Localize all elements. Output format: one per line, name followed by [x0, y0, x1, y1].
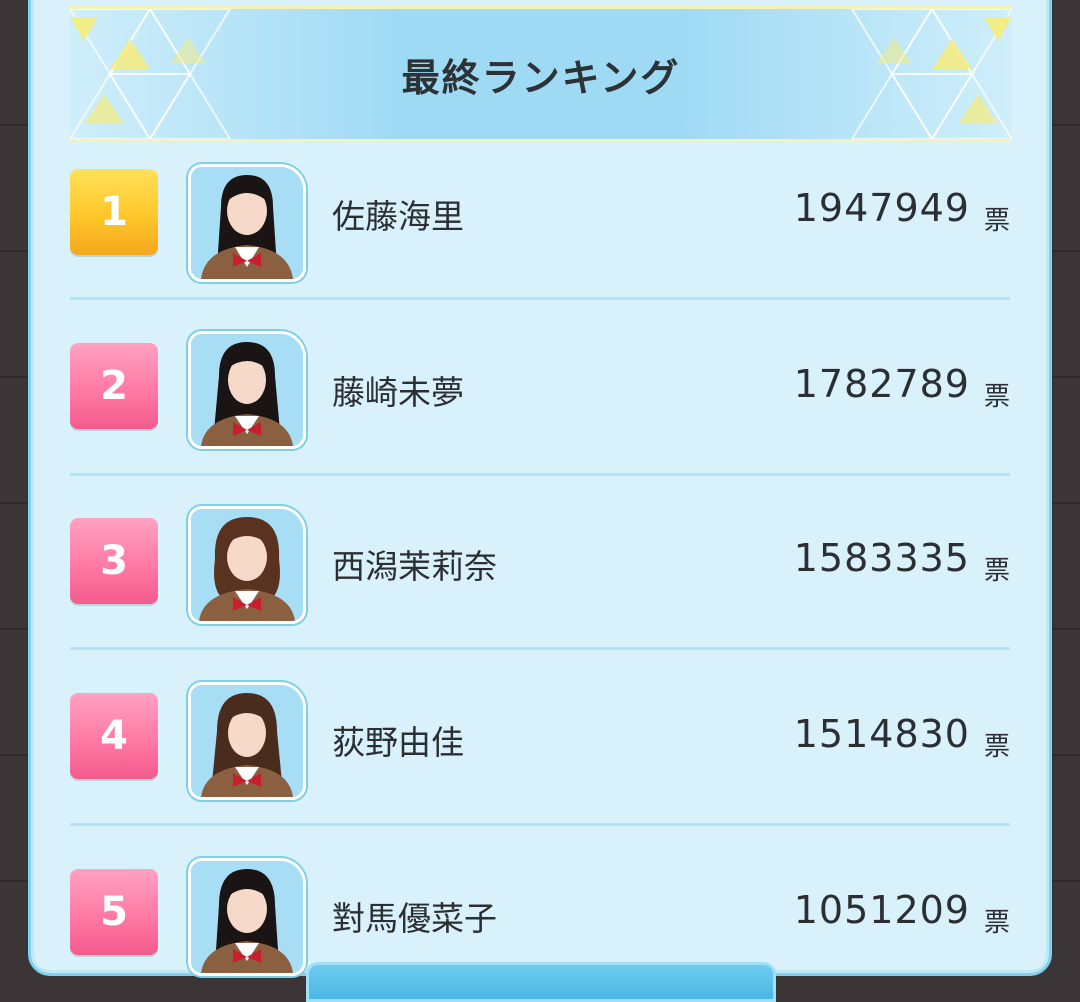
vote-unit: 票: [983, 382, 1010, 412]
portrait-icon: [191, 167, 303, 279]
rank-badge: 4: [70, 693, 158, 779]
background-right: [1048, 0, 1080, 982]
vote-count: 1947949: [793, 186, 970, 230]
ranking-row: 4 荻野由佳 1514830 票: [70, 650, 1010, 826]
avatar: [188, 506, 306, 624]
vote-count: 1583335: [793, 536, 970, 580]
rank-badge: 1: [70, 169, 158, 255]
member-name: 佐藤海里: [332, 197, 464, 236]
portrait-icon: [191, 334, 303, 446]
portrait-icon: [191, 509, 303, 621]
ranking-row: 3 西潟茉莉奈 1583335 票: [70, 474, 1010, 650]
member-name: 西潟茉莉奈: [332, 547, 497, 586]
avatar: [188, 164, 306, 282]
vote-unit: 票: [983, 732, 1010, 762]
avatar: [188, 858, 306, 976]
member-name: 對馬優菜子: [332, 899, 497, 938]
member-name: 藤崎未夢: [332, 373, 464, 412]
rank-badge: 2: [70, 343, 158, 429]
page-title: 最終ランキング: [401, 56, 681, 100]
vote-count: 1514830: [793, 712, 970, 756]
vote-unit: 票: [983, 908, 1010, 938]
vote-count: 1782789: [793, 362, 970, 406]
vote-count: 1051209: [793, 888, 970, 932]
portrait-icon: [191, 861, 303, 973]
ranking-header: 最終ランキング: [70, 6, 1012, 142]
rank-badge: 5: [70, 869, 158, 955]
rank-badge: 3: [70, 518, 158, 604]
vote-unit: 票: [983, 556, 1010, 586]
ranking-row: 2 藤崎未夢 1782789 票: [70, 300, 1010, 476]
vote-unit: 票: [983, 206, 1010, 236]
portrait-icon: [191, 685, 303, 797]
member-name: 荻野由佳: [332, 723, 464, 762]
bottom-tab[interactable]: [306, 962, 776, 1002]
avatar: [188, 331, 306, 449]
ranking-row: 1 佐藤海里 1947949 票: [70, 124, 1010, 300]
avatar: [188, 682, 306, 800]
